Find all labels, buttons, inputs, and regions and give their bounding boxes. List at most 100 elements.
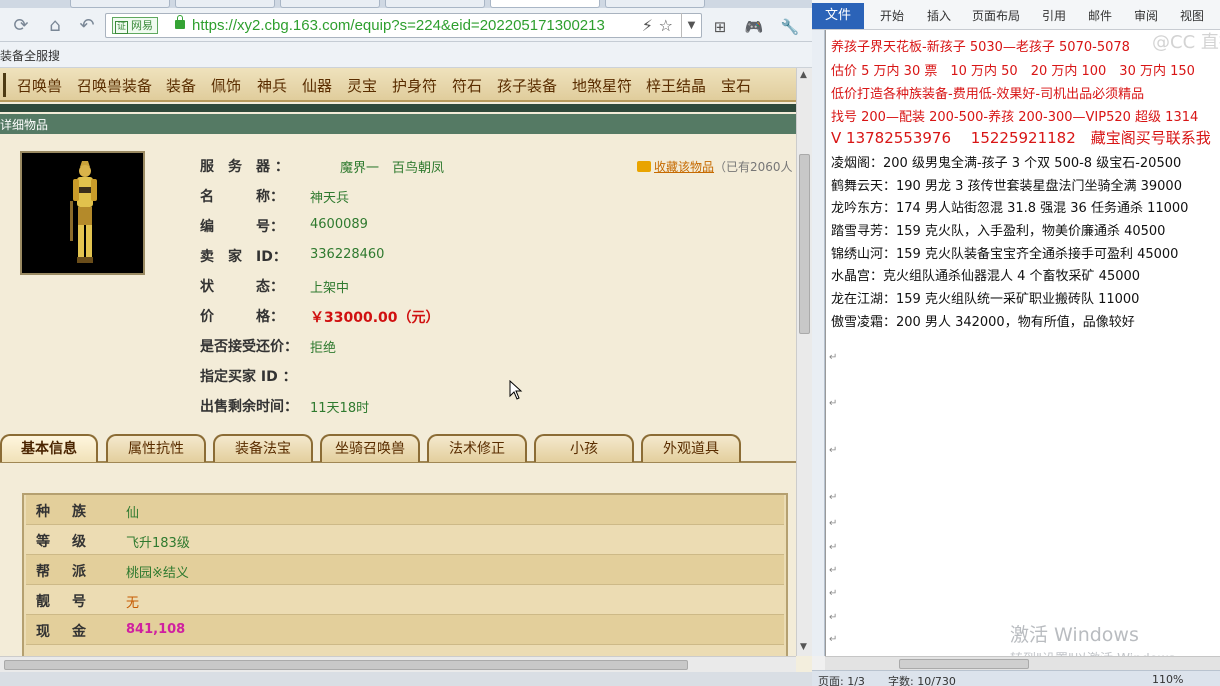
browser-status-bar (0, 672, 812, 686)
attr-label: 等级 (36, 534, 108, 550)
game-icon[interactable]: 🎮 (744, 17, 764, 37)
seller-value: 336228460 (310, 247, 385, 262)
browser-tab-strip (0, 0, 812, 8)
doc-line: 踏雪寻芳：159 克火队，入手盈利，物美价廉通杀 40500 (831, 224, 1166, 239)
site-badge-label: 网易 (131, 19, 153, 32)
attr-label: 帮派 (36, 564, 108, 580)
scroll-thumb[interactable] (799, 154, 810, 334)
document-page[interactable]: 养孩子界天花板-新孩子 5030—老孩子 5070-5078 估价 5 万内 3… (825, 30, 1220, 656)
url-text[interactable]: https://xy2.cbg.163.com/equip?s=224&eid=… (192, 17, 605, 34)
status-value: 上架中 (310, 281, 350, 296)
tab-appearance[interactable]: 外观道具 (641, 434, 741, 462)
browser-toolbar: ⟳ ⌂ ↶ 证网易 https://xy2.cbg.163.com/equip?… (0, 8, 812, 42)
doc-line: 低价打造各种族装备-费用低-效果好-司机出品必须精品 (831, 87, 1145, 102)
paragraph-mark-icon: ↵ (829, 565, 838, 576)
table-row: 种族 仙 (26, 495, 784, 525)
character-figure-icon (70, 161, 97, 263)
tab-insert[interactable]: 插入 (927, 7, 951, 24)
lightning-icon[interactable]: ⚡ (642, 16, 653, 35)
bookmark-item[interactable]: 装备全服搜 (0, 47, 60, 64)
section-title: 详细物品 (0, 118, 49, 132)
tab-child[interactable]: 小孩 (534, 434, 634, 462)
grid-icon[interactable]: ⊞ (710, 17, 730, 37)
tab-page-layout[interactable]: 页面布局 (972, 7, 1020, 24)
site-identity-badge[interactable]: 证网易 (112, 17, 158, 34)
page-vertical-scrollbar[interactable]: ▲ ▼ (796, 68, 812, 656)
divider-bar (0, 104, 796, 112)
tab-review[interactable]: 审阅 (1134, 7, 1158, 24)
vertical-ruler (812, 30, 825, 656)
category-child-equip[interactable]: 孩子装备 (497, 75, 557, 96)
page-horizontal-scrollbar[interactable] (0, 656, 796, 672)
favorite-link[interactable]: 收藏该物品 (654, 160, 714, 174)
browser-tab[interactable] (70, 0, 170, 8)
character-portrait (20, 151, 145, 275)
address-dropdown-icon[interactable]: ▼ (681, 13, 701, 38)
doc-line: 养孩子界天花板-新孩子 5030—老孩子 5070-5078 (831, 40, 1130, 55)
address-bar[interactable]: 证网易 https://xy2.cbg.163.com/equip?s=224&… (105, 13, 702, 38)
attr-value: 飞升183级 (126, 536, 190, 551)
category-star-talisman[interactable]: 地煞星符 (572, 75, 632, 96)
browser-tab[interactable] (605, 0, 705, 8)
tab-basic-info[interactable]: 基本信息 (0, 434, 98, 462)
scroll-thumb[interactable] (4, 660, 688, 670)
paragraph-mark-icon: ↵ (829, 445, 838, 456)
wrench-icon[interactable]: 🔧 (780, 17, 800, 37)
bookmarks-bar: 装备全服搜 (0, 42, 812, 68)
attribute-table: 种族 仙 等级 飞升183级 帮派 桃园※结义 靓号 无 现金 841,108 (22, 493, 788, 656)
category-equip[interactable]: 装备 (166, 75, 196, 96)
refresh-icon[interactable]: ⟳ (10, 15, 32, 37)
category-nav: 召唤兽 召唤兽装备 装备 佩饰 神兵 仙器 灵宝 护身符 符石 孩子装备 地煞星… (0, 68, 796, 102)
browser-tab[interactable] (175, 0, 275, 8)
server-label: 服 务 器 ： (200, 159, 289, 175)
tab-equip-treasure[interactable]: 装备法宝 (213, 434, 313, 462)
browser-tab[interactable] (280, 0, 380, 8)
category-rune-stone[interactable]: 符石 (452, 75, 482, 96)
word-count[interactable]: 字数: 10/730 (888, 673, 956, 686)
category-accessory[interactable]: 佩饰 (211, 75, 241, 96)
browser-tab[interactable] (385, 0, 485, 8)
category-divine-weapon[interactable]: 神兵 (257, 75, 287, 96)
category-summon-equip[interactable]: 召唤兽装备 (77, 75, 152, 96)
tab-mount-summon[interactable]: 坐骑召唤兽 (320, 434, 420, 462)
page-count[interactable]: 页面: 1/3 (818, 673, 865, 686)
scroll-up-icon[interactable]: ▲ (800, 70, 807, 80)
tab-references[interactable]: 引用 (1042, 7, 1066, 24)
paragraph-mark-icon: ↵ (829, 518, 838, 529)
attr-value: 仙 (126, 506, 140, 521)
page-content: 召唤兽 召唤兽装备 装备 佩饰 神兵 仙器 灵宝 护身符 符石 孩子装备 地煞星… (0, 68, 796, 656)
scroll-down-icon[interactable]: ▼ (800, 642, 807, 652)
tab-spell-correction[interactable]: 法术修正 (427, 434, 527, 462)
category-crystal[interactable]: 梓王结晶 (646, 75, 706, 96)
paragraph-mark-icon: ↵ (829, 542, 838, 553)
category-immortal-item[interactable]: 仙器 (302, 75, 332, 96)
category-summon-beast[interactable]: 召唤兽 (17, 75, 62, 96)
table-row (26, 645, 784, 656)
category-gem[interactable]: 宝石 (721, 75, 751, 96)
tab-attributes[interactable]: 属性抗性 (106, 434, 206, 462)
browser-tab-active[interactable] (490, 0, 600, 8)
certificate-icon: 证 (115, 21, 128, 34)
tab-view[interactable]: 视图 (1180, 7, 1204, 24)
home-icon[interactable]: ⌂ (44, 15, 66, 37)
star-icon[interactable]: ☆ (659, 16, 673, 35)
activation-watermark: 激活 Windows (1010, 624, 1139, 646)
category-spirit-treasure[interactable]: 灵宝 (347, 75, 377, 96)
doc-line: 龙在江湖：159 克火组队统一采矿职业搬砖队 11000 (831, 292, 1140, 307)
paragraph-mark-icon: ↵ (829, 398, 838, 409)
tab-file[interactable]: 文件 (812, 3, 864, 29)
category-amulet[interactable]: 护身符 (392, 75, 437, 96)
doc-line: 锦绣山河：159 克火队装备宝宝齐全通杀接手可盈利 45000 (831, 247, 1179, 262)
table-row: 靓号 无 (26, 585, 784, 615)
attr-label: 现金 (36, 624, 108, 640)
tab-home[interactable]: 开始 (880, 7, 904, 24)
attr-label: 种族 (36, 504, 108, 520)
document-horizontal-scrollbar[interactable] (825, 656, 1220, 670)
back-icon[interactable]: ↶ (76, 15, 98, 37)
table-row: 等级 飞升183级 (26, 525, 784, 555)
scroll-thumb[interactable] (899, 659, 1029, 669)
remaining-value: 11天18时 (310, 401, 370, 416)
paragraph-mark-icon: ↵ (829, 352, 838, 363)
tab-mailings[interactable]: 邮件 (1088, 7, 1112, 24)
zoom-level[interactable]: 110% (1152, 673, 1183, 686)
